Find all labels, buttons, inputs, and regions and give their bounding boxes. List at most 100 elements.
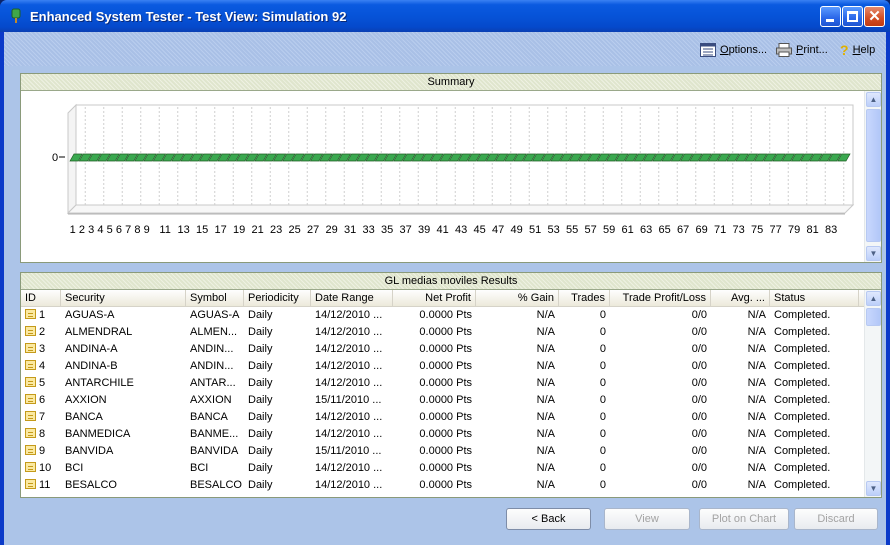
column-header[interactable]: Net Profit (393, 290, 476, 306)
table-cell: Daily (248, 360, 273, 372)
scroll-thumb[interactable] (866, 109, 881, 242)
table-cell: BANCA (190, 411, 228, 423)
table-cell: N/A (747, 360, 766, 372)
footer-buttons: < Back View Plot on Chart Discard (4, 508, 886, 538)
table-cell: N/A (747, 394, 766, 406)
x-tick-label: 33 (363, 224, 375, 236)
table-row[interactable]: 7 BANCA BANCA Daily 14/12/2010 ... 0.0000 Pts… (21, 409, 864, 426)
table-cell: 11 (21, 477, 61, 494)
column-header[interactable]: Security (61, 290, 186, 306)
grid-header-row: ID Security Symbol Periodicity Date Range Net… (21, 290, 864, 307)
column-header[interactable]: % Gain (476, 290, 559, 306)
help-button[interactable]: ? Help (840, 42, 875, 58)
row-id: 10 (39, 462, 52, 474)
scroll-down-icon[interactable]: ▼ (866, 481, 881, 496)
x-tick-label: 31 (344, 224, 356, 236)
table-row[interactable]: 5 ANTARCHILE ANTAR... Daily 14/12/2010 ... 0.… (21, 375, 864, 392)
scroll-down-icon[interactable]: ▼ (866, 246, 881, 261)
x-tick-label: 43 (455, 224, 467, 236)
table-row[interactable]: 3 ANDINA-A ANDIN... Daily 14/12/2010 ... 0.00… (21, 341, 864, 358)
column-header[interactable]: Avg. ... (711, 290, 770, 306)
table-cell: Daily (248, 445, 273, 457)
x-tick-label: 23 (270, 224, 282, 236)
table-cell: BESALCO (65, 479, 117, 491)
print-button[interactable]: Print... (776, 42, 828, 58)
title-bar[interactable]: Enhanced System Tester - Test View: Simu… (0, 0, 890, 32)
table-row[interactable]: 8 BANMEDICA BANME... Daily 14/12/2010 ... 0.0… (21, 426, 864, 443)
x-tick-label: 19 (233, 224, 245, 236)
table-cell: 15/11/2010 ... (315, 445, 382, 457)
x-tick-label: 8 (134, 224, 140, 236)
x-tick-label: 11 (159, 224, 170, 236)
table-cell: Completed. (774, 360, 831, 372)
table-row[interactable]: 9 BANVIDA BANVIDA Daily 15/11/2010 ... 0.0000… (21, 443, 864, 460)
plot-on-chart-button[interactable]: Plot on Chart (699, 508, 789, 530)
table-row[interactable]: 2 ALMENDRAL ALMEN... Daily 14/12/2010 ... 0.0… (21, 324, 864, 341)
back-button[interactable]: < Back (506, 508, 591, 530)
x-tick-label: 81 (807, 224, 819, 236)
table-cell: 0 (599, 326, 606, 338)
scroll-up-icon[interactable]: ▲ (866, 92, 881, 107)
table-cell: N/A (747, 343, 766, 355)
row-id: 2 (39, 326, 46, 338)
table-cell: 0.0000 Pts (419, 428, 472, 440)
discard-button[interactable]: Discard (794, 508, 878, 530)
y-tick-label: 0 (52, 152, 58, 164)
minimize-button[interactable] (820, 6, 841, 27)
print-label: Print... (796, 44, 828, 56)
x-tick-label: 21 (252, 224, 264, 236)
table-cell: 6 (21, 392, 61, 409)
table-cell: N/A (747, 428, 766, 440)
column-header[interactable]: Periodicity (244, 290, 311, 306)
x-tick-label: 65 (659, 224, 671, 236)
table-row[interactable]: 6 AXXION AXXION Daily 15/11/2010 ... 0.0000 P… (21, 392, 864, 409)
column-header[interactable]: Status (770, 290, 859, 306)
result-row-icon (25, 445, 36, 455)
table-cell: 0 (599, 343, 606, 355)
table-cell: 4 (21, 358, 61, 375)
table-cell: 14/12/2010 ... (315, 360, 383, 372)
options-button[interactable]: Options... (700, 42, 767, 58)
table-cell: 15/11/2010 ... (315, 394, 382, 406)
table-cell: 9 (21, 443, 61, 460)
table-cell: 0.0000 Pts (419, 445, 472, 457)
scroll-thumb[interactable] (866, 308, 881, 326)
column-header[interactable]: ID (21, 290, 61, 306)
column-header[interactable]: Symbol (186, 290, 244, 306)
table-cell: ANDIN... (190, 343, 234, 355)
table-row[interactable]: 10 BCI BCI Daily 14/12/2010 ... 0.0000 Pts N/A… (21, 460, 864, 477)
view-button[interactable]: View (604, 508, 690, 530)
column-header[interactable]: Date Range (311, 290, 393, 306)
results-scrollbar[interactable]: ▲ ▼ (864, 290, 881, 497)
table-cell: BCI (65, 462, 84, 474)
maximize-button[interactable] (842, 6, 863, 27)
column-header[interactable]: Trade Profit/Loss (610, 290, 711, 306)
table-cell: 14/12/2010 ... (315, 479, 383, 491)
table-row[interactable]: 1 AGUAS-A AGUAS-A Daily 14/12/2010 ... 0.0000… (21, 307, 864, 324)
table-cell: AGUAS-A (65, 309, 115, 321)
table-row[interactable]: 4 ANDINA-B ANDIN... Daily 14/12/2010 ... 0.00… (21, 358, 864, 375)
table-cell: ANDINA-A (65, 343, 118, 355)
result-row-icon (25, 326, 36, 336)
scroll-up-icon[interactable]: ▲ (866, 291, 881, 306)
x-tick-label: 1 (70, 224, 76, 236)
x-tick-label: 75 (751, 224, 763, 236)
table-cell: AGUAS-A (190, 309, 240, 321)
row-id: 8 (39, 428, 46, 440)
close-button[interactable]: ✕ (864, 6, 885, 27)
summary-scrollbar[interactable]: ▲ ▼ (864, 91, 881, 262)
table-cell: 0 (599, 479, 606, 491)
table-cell: N/A (747, 479, 766, 491)
column-header[interactable]: Trades (559, 290, 610, 306)
result-row-icon (25, 479, 36, 489)
x-tick-label: 67 (677, 224, 689, 236)
table-row[interactable]: 11 BESALCO BESALCO Daily 14/12/2010 ... 0.000… (21, 477, 864, 494)
table-cell: 14/12/2010 ... (315, 411, 383, 423)
table-cell: 0.0000 Pts (419, 360, 472, 372)
table-cell: Completed. (774, 309, 831, 321)
table-cell: 0/0 (691, 479, 707, 491)
table-cell: 0 (599, 462, 606, 474)
table-cell: Daily (248, 479, 273, 491)
table-cell: ANTARCHILE (65, 377, 134, 389)
row-id: 4 (39, 360, 46, 372)
